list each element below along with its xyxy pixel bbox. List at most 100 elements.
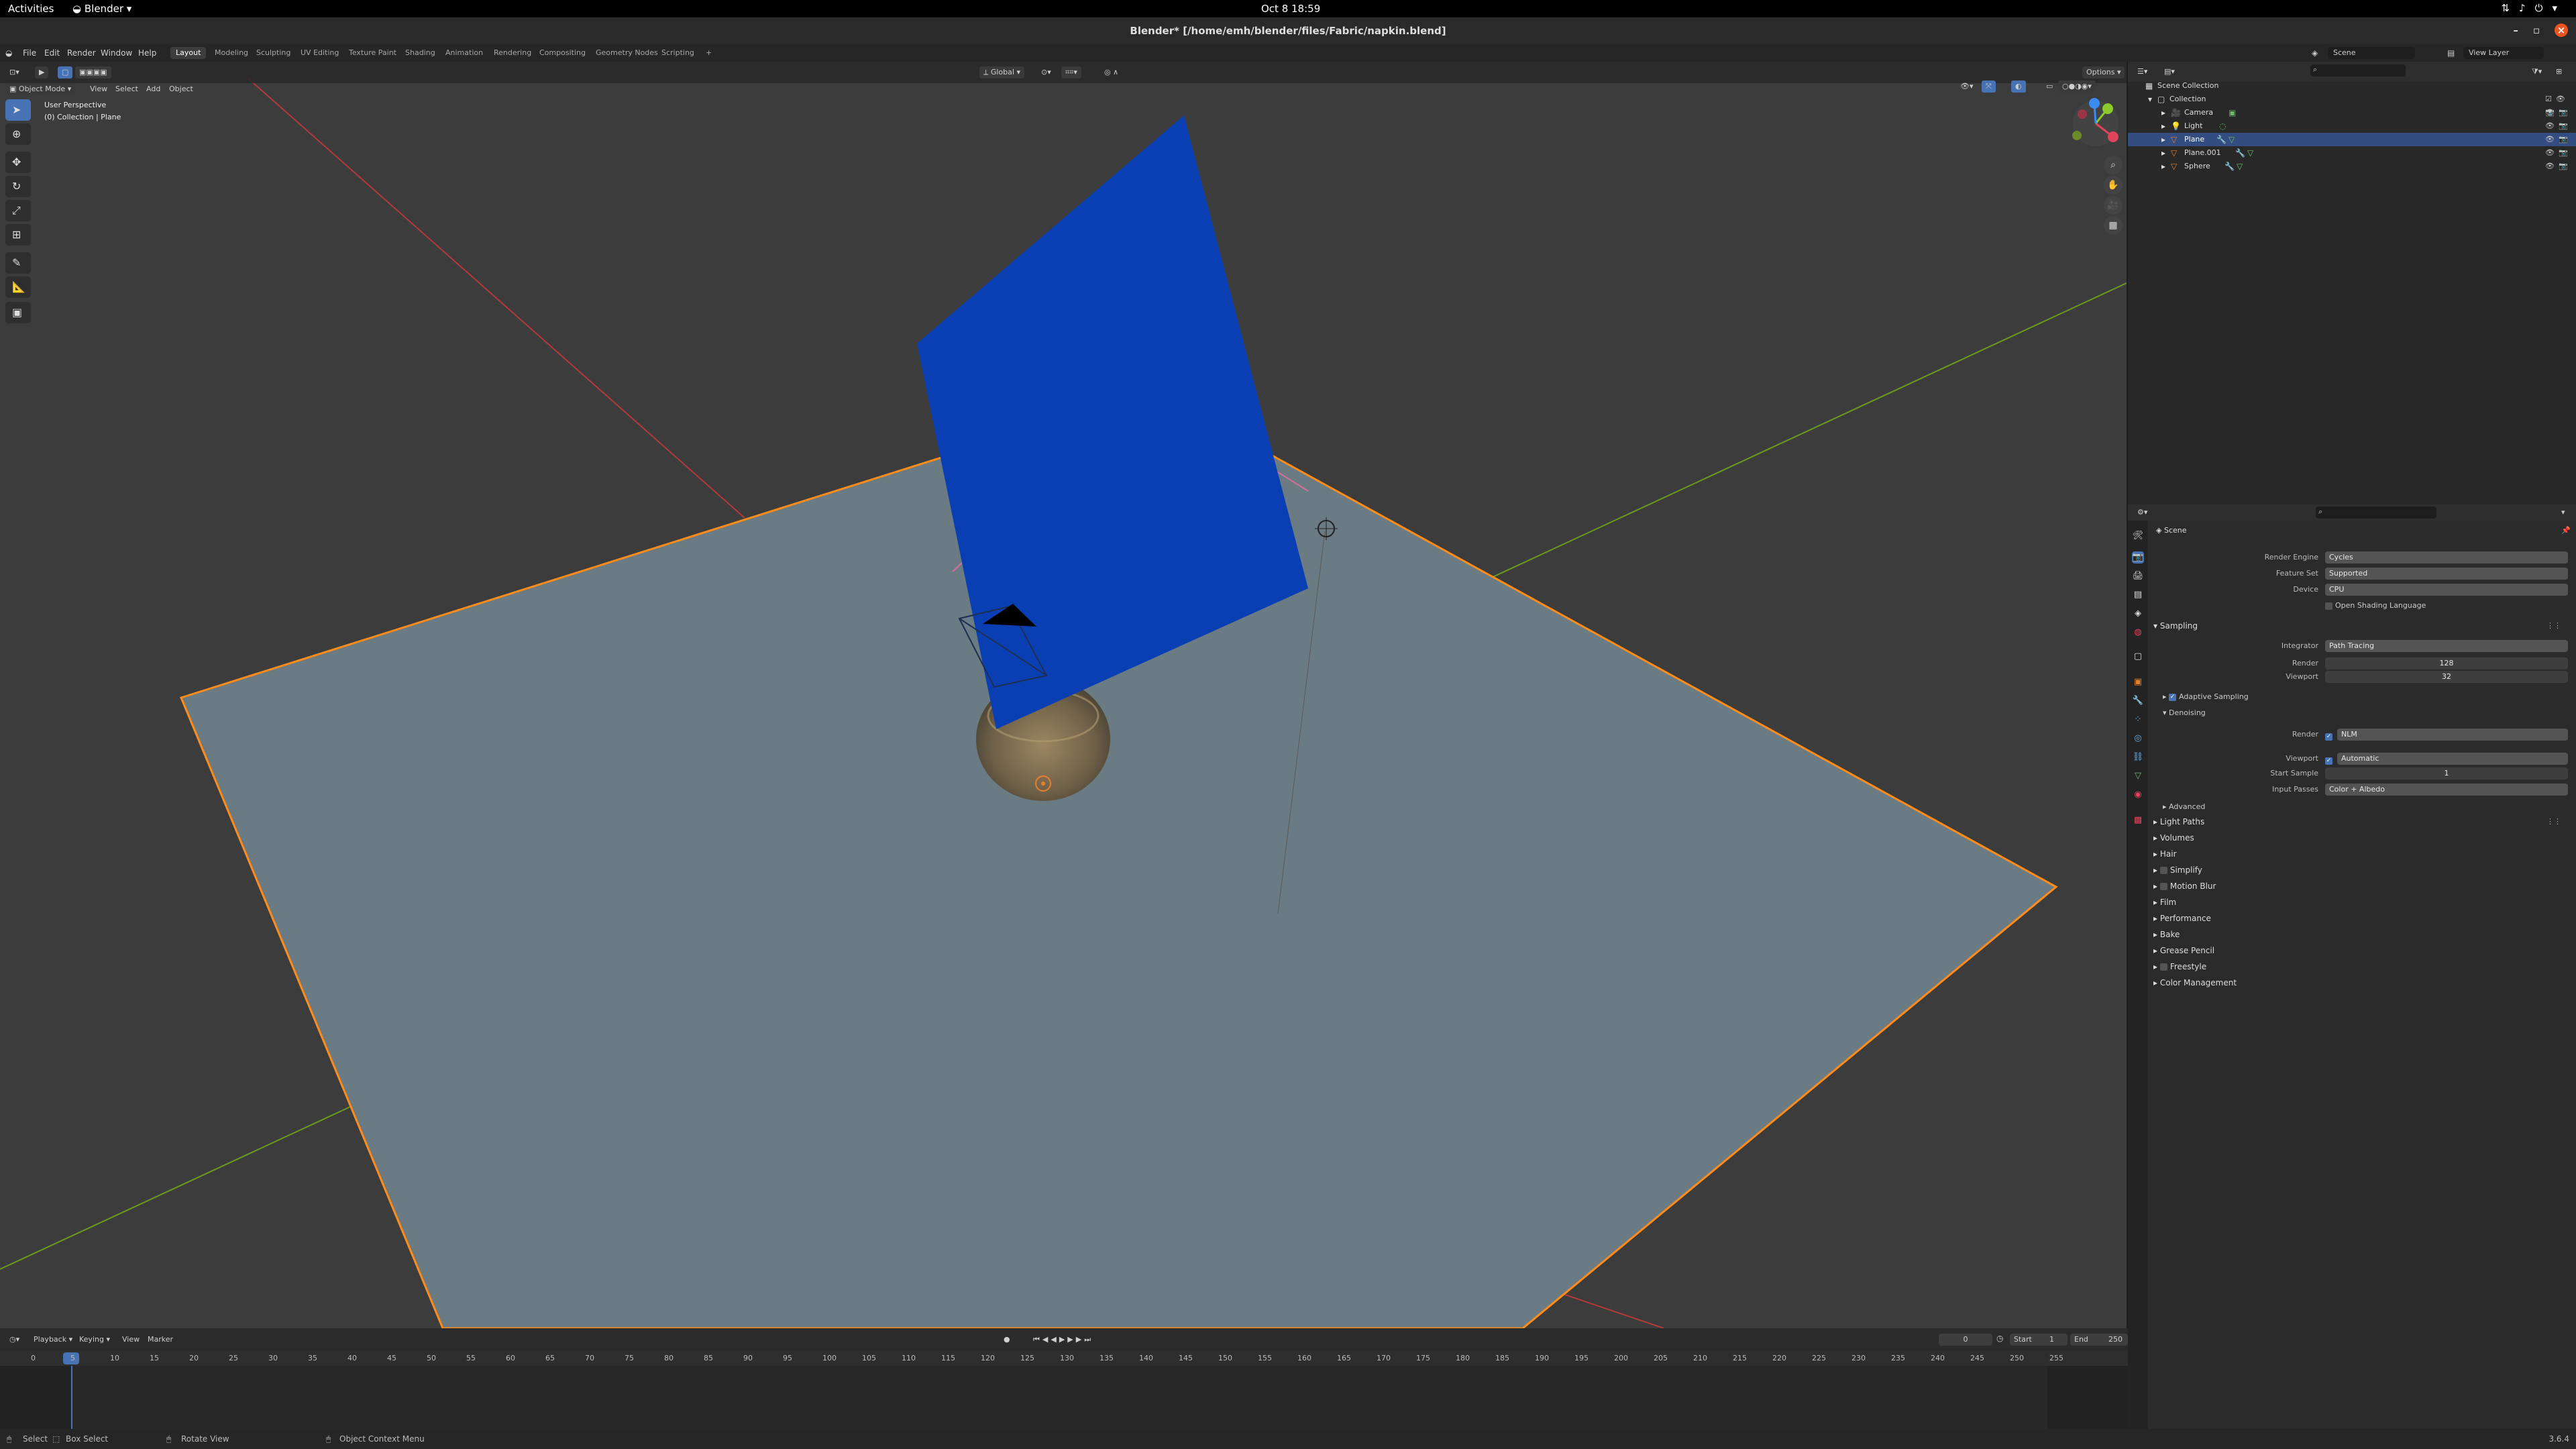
view-layer-selector[interactable]: View Layer xyxy=(2463,47,2544,59)
tab-world-icon[interactable]: ◍ xyxy=(2132,627,2144,639)
tab-particles-icon[interactable]: ⁘ xyxy=(2132,714,2144,726)
menu-file[interactable]: File xyxy=(23,48,36,58)
tool-transform[interactable]: ⊞ xyxy=(5,224,31,246)
sampling-panel-header[interactable]: ▾ Sampling xyxy=(2153,621,2198,631)
visibility-icons[interactable]: 👁📷 xyxy=(2545,160,2572,173)
advanced-subpanel[interactable]: ▸ Advanced xyxy=(2163,802,2205,811)
outliner-collection[interactable]: ▾ ▢ Collection ☑👁📷 xyxy=(2128,93,2576,117)
light-paths-panel[interactable]: ▸ Light Paths xyxy=(2153,817,2204,826)
film-panel[interactable]: ▸ Film xyxy=(2153,898,2176,907)
filter-icon[interactable]: ⧩▾ xyxy=(2528,66,2546,78)
viewport-scene[interactable] xyxy=(0,62,2127,1328)
viewport-menu-view[interactable]: View xyxy=(86,83,111,95)
overlay-toggle-icon[interactable]: ◐ xyxy=(2011,80,2026,93)
outliner-item-sphere[interactable]: ▸ ▽ Sphere 🔧 ▽ 👁📷 xyxy=(2128,160,2576,173)
render-engine-dropdown[interactable]: Cycles xyxy=(2325,551,2568,564)
display-mode-icon[interactable]: ▤▾ xyxy=(2160,66,2179,78)
volumes-panel[interactable]: ▸ Volumes xyxy=(2153,833,2194,843)
light-data-icon[interactable]: ◌ xyxy=(2219,119,2226,133)
snap-icon[interactable]: ⌗⌗▾ xyxy=(1061,66,1081,78)
tool-add-cube[interactable]: ▣ xyxy=(5,302,31,323)
denoise-render-checkbox[interactable]: ✓ xyxy=(2325,730,2335,743)
tab-data-icon[interactable]: ▽ xyxy=(2132,770,2144,782)
tab-view-layer-icon[interactable]: ▤ xyxy=(2132,589,2144,601)
tab-texture-paint[interactable]: Texture Paint xyxy=(343,47,402,59)
osl-checkbox[interactable]: Open Shading Language xyxy=(2325,601,2426,610)
denoise-viewport-dropdown[interactable]: Automatic xyxy=(2337,753,2568,765)
hair-panel[interactable]: ▸ Hair xyxy=(2153,849,2177,859)
expand-arrow-icon[interactable]: ▸ xyxy=(2161,133,2165,146)
playback-controls[interactable]: ⏮◀◀▶▶▶⏭ xyxy=(1029,1334,1097,1346)
checkbox-icon[interactable] xyxy=(2159,963,2167,971)
menu-help[interactable]: Help xyxy=(138,48,156,58)
close-icon[interactable]: × xyxy=(2555,23,2568,37)
visibility-icon[interactable]: 👁▾ xyxy=(1956,80,1978,93)
viewport-samples-field[interactable]: 32 xyxy=(2325,671,2568,683)
minimize-icon[interactable]: – xyxy=(2513,24,2533,36)
system-tray[interactable]: ⇅♪⏻▾ xyxy=(2501,2,2567,14)
tab-tool-icon[interactable]: 🛠 xyxy=(2132,530,2144,542)
denoise-viewport-checkbox[interactable]: ✓ xyxy=(2325,754,2335,767)
tab-modeling[interactable]: Modeling xyxy=(209,47,254,59)
menu-window[interactable]: Window xyxy=(101,48,132,58)
xray-toggle-icon[interactable]: ▭ xyxy=(2042,80,2057,93)
tool-select-box[interactable]: ➤ xyxy=(5,99,31,121)
end-frame-field[interactable]: End 250 xyxy=(2070,1334,2128,1346)
activities-button[interactable]: Activities xyxy=(8,3,54,15)
3d-viewport[interactable] xyxy=(0,62,2127,1328)
motion-blur-panel[interactable]: ▸ Motion Blur xyxy=(2153,881,2216,891)
mesh-data-icon[interactable]: ▽ xyxy=(2247,146,2253,160)
select-mode-extend-icon[interactable]: ▣▣▣▣ xyxy=(75,66,111,78)
blender-menu-icon[interactable]: ◒ xyxy=(5,48,12,58)
expand-arrow-icon[interactable]: ▾ xyxy=(2148,93,2152,106)
tab-render-icon[interactable]: 📷 xyxy=(2132,551,2144,564)
visibility-icons[interactable]: 👁📷 xyxy=(2545,119,2572,133)
simplify-panel[interactable]: ▸ Simplify xyxy=(2153,865,2202,875)
performance-panel[interactable]: ▸ Performance xyxy=(2153,914,2211,923)
camera-data-icon[interactable]: ▣ xyxy=(2229,106,2236,119)
menu-edit[interactable]: Edit xyxy=(44,48,60,58)
modifier-icon[interactable]: 🔧 xyxy=(2224,160,2235,173)
outliner-scene-collection[interactable]: ▦ Scene Collection xyxy=(2128,79,2576,93)
modifier-icon[interactable]: 🔧 xyxy=(2235,146,2245,160)
timeline-ruler[interactable]: 0 5 10 15 20 25 30 35 40 45 50 55 60 65 70 75 80 85 90 95 10… xyxy=(0,1351,2147,1366)
timeline-menu-view[interactable]: View xyxy=(118,1334,144,1346)
tab-compositing[interactable]: Compositing xyxy=(534,47,591,59)
add-workspace-button[interactable]: + xyxy=(700,47,717,59)
tool-cursor[interactable]: ⊕ xyxy=(5,123,31,145)
app-menu[interactable]: ◒ Blender ▾ xyxy=(72,3,131,15)
tool-annotate[interactable]: ✎ xyxy=(5,252,31,274)
viewport-menu-add[interactable]: Add xyxy=(142,83,164,95)
modifier-icon[interactable]: 🔧 xyxy=(2216,133,2226,146)
clock[interactable]: Oct 8 18:59 xyxy=(1261,3,1320,15)
outliner-item-plane-001[interactable]: ▸ ▽ Plane.001 🔧 ▽ 👁📷 xyxy=(2128,146,2576,160)
timeline-menu-marker[interactable]: Marker xyxy=(144,1334,177,1346)
scene-selector[interactable]: Scene xyxy=(2328,47,2415,59)
tab-uv-editing[interactable]: UV Editing xyxy=(295,47,344,59)
timeline-editor-type-icon[interactable]: ◷▾ xyxy=(5,1334,23,1346)
visibility-icons[interactable]: 👁📷 xyxy=(2545,146,2572,160)
tab-texture-icon[interactable]: ▩ xyxy=(2132,814,2144,826)
options-dropdown[interactable]: Options ▾ xyxy=(2082,66,2125,78)
input-passes-dropdown[interactable]: Color + Albedo xyxy=(2325,784,2568,796)
mesh-data-icon[interactable]: ▽ xyxy=(2229,133,2235,146)
grease-pencil-panel[interactable]: ▸ Grease Pencil xyxy=(2153,946,2214,955)
tool-move[interactable]: ✥ xyxy=(5,152,31,173)
tab-physics-icon[interactable]: ◎ xyxy=(2132,733,2144,745)
panel-drag-icon[interactable]: ⋮⋮ xyxy=(2546,817,2561,826)
expand-arrow-icon[interactable]: ▸ xyxy=(2161,119,2165,133)
timeline-menu-playback[interactable]: Playback ▾ xyxy=(30,1334,76,1346)
gizmo-toggle-icon[interactable]: ⤧ xyxy=(1982,80,1996,93)
tool-rotate[interactable]: ↻ xyxy=(5,176,31,197)
outliner-editor-type-icon[interactable]: ☰▾ xyxy=(2133,66,2151,78)
tool-settings-icon[interactable]: ▶ xyxy=(35,66,49,78)
pan-hand-icon[interactable]: ✋ xyxy=(2104,176,2123,195)
start-sample-field[interactable]: 1 xyxy=(2325,767,2568,780)
timeline-menu-keying[interactable]: Keying ▾ xyxy=(75,1334,114,1346)
freestyle-panel[interactable]: ▸ Freestyle xyxy=(2153,962,2206,971)
panel-drag-icon[interactable]: ⋮⋮ xyxy=(2546,621,2561,630)
select-mode-new-icon[interactable]: ▢ xyxy=(58,66,73,78)
render-samples-field[interactable]: 128 xyxy=(2325,657,2568,669)
feature-set-dropdown[interactable]: Supported xyxy=(2325,568,2568,580)
editor-type-icon[interactable]: ⊡▾ xyxy=(5,66,23,78)
